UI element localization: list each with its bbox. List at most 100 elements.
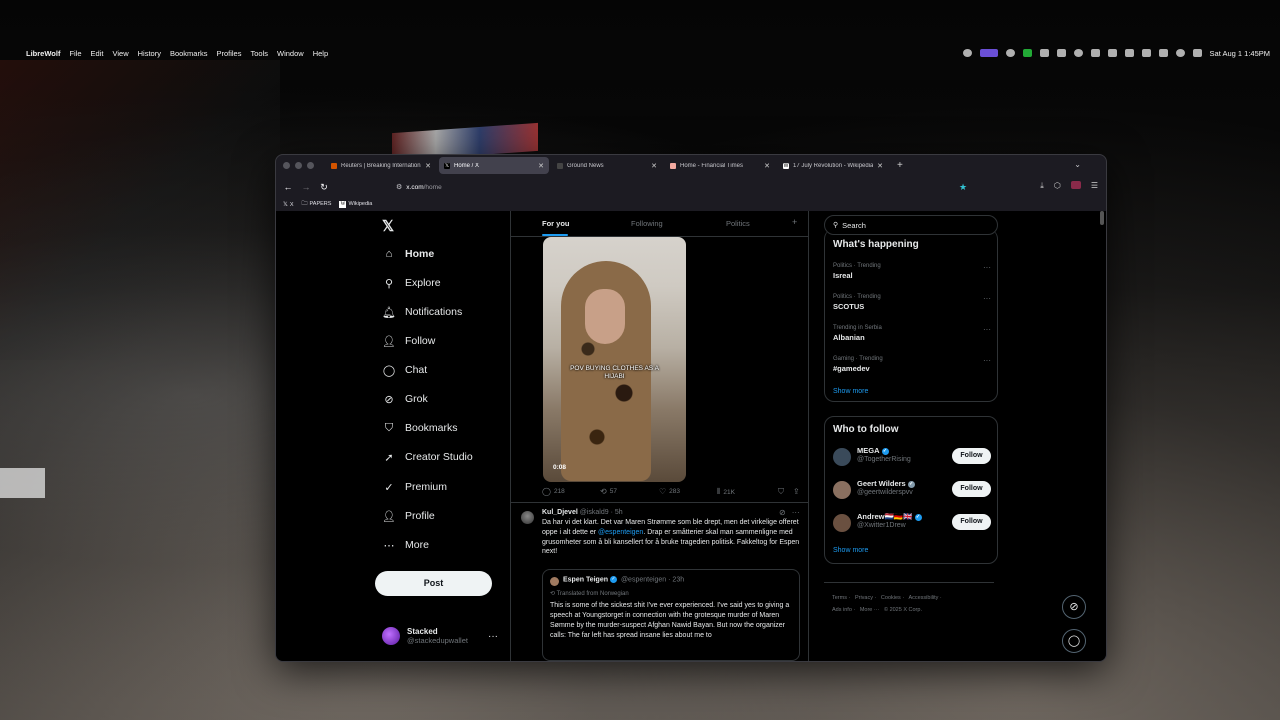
close-tab-icon[interactable]: ✕ xyxy=(425,162,431,170)
trend-item[interactable]: Politics · Trending Isreal ··· xyxy=(833,263,993,280)
tweet-author-name[interactable]: Kul_Djevel xyxy=(542,509,578,516)
show-more-trends-link[interactable]: Show more xyxy=(833,388,868,395)
nav-item-grok[interactable]: ⊘ Grok xyxy=(382,391,427,407)
close-tab-icon[interactable]: ✕ xyxy=(538,162,544,170)
menu-tools[interactable]: Tools xyxy=(250,49,268,58)
views-button[interactable]: ⫴ 21K xyxy=(717,487,735,497)
follow-button[interactable]: Follow xyxy=(952,481,991,497)
status-drive-icon[interactable] xyxy=(1039,49,1049,57)
trend-item[interactable]: Politics · Trending SCOTUS ··· xyxy=(833,294,993,311)
footer-link-terms[interactable]: Terms xyxy=(832,595,847,601)
bookmark-star-icon[interactable]: ★ xyxy=(959,182,967,193)
minimize-window-icon[interactable] xyxy=(295,162,302,169)
tab-following[interactable]: Following xyxy=(631,219,663,228)
bookmark-papers[interactable]: 🗀 PAPERS xyxy=(302,199,332,209)
post-button[interactable]: Post xyxy=(375,571,492,596)
menu-bookmarks[interactable]: Bookmarks xyxy=(170,49,208,58)
nav-item-home[interactable]: ⌂ Home xyxy=(382,246,435,262)
forward-arrow-icon[interactable]: → xyxy=(297,182,315,192)
nav-item-premium[interactable]: ✓ Premium xyxy=(382,479,447,495)
menu-file[interactable]: File xyxy=(69,49,81,58)
status-app-icon[interactable] xyxy=(962,49,972,57)
avatar[interactable] xyxy=(521,511,534,524)
follow-suggestion[interactable]: MEGA ✓ @TogetherRising Follow xyxy=(833,446,993,468)
tab-reuters[interactable]: Reuters | Breaking International ✕ xyxy=(326,157,436,174)
menu-help[interactable]: Help xyxy=(313,49,328,58)
status-sync-icon[interactable] xyxy=(1005,49,1015,57)
repost-button[interactable]: ⟲ 57 xyxy=(600,487,617,496)
reload-icon[interactable]: ↻ xyxy=(315,182,333,193)
footer-link-privacy[interactable]: Privacy xyxy=(855,595,873,601)
close-tab-icon[interactable]: ✕ xyxy=(877,162,883,170)
account-switcher[interactable]: Stacked @stackedupwallet xyxy=(382,627,468,645)
menu-history[interactable]: History xyxy=(138,49,161,58)
back-arrow-icon[interactable]: ← xyxy=(279,182,297,192)
tab-financial-times[interactable]: Home - Financial Times ✕ xyxy=(665,157,775,174)
follow-button[interactable]: Follow xyxy=(952,514,991,530)
extensions-icon[interactable]: ⬡ xyxy=(1054,181,1061,191)
close-tab-icon[interactable]: ✕ xyxy=(764,162,770,170)
more-icon[interactable]: ··· xyxy=(792,508,800,517)
close-tab-icon[interactable]: ✕ xyxy=(651,162,657,170)
trend-item[interactable]: Trending in Serbia Albanian ··· xyxy=(833,325,993,342)
grok-icon[interactable]: ⊘ xyxy=(779,508,786,517)
follow-suggestion[interactable]: Geert Wilders ✓ @geertwilderspvv Follow xyxy=(833,479,993,501)
footer-link-accessibility[interactable]: Accessibility xyxy=(908,595,938,601)
tweet-mention-link[interactable]: @espenteigen xyxy=(598,529,643,536)
bookmark-tweet-icon[interactable]: ⛉ xyxy=(778,487,784,497)
video-player[interactable]: POV BUYING CLOTHES AS A HIJABI 0:08 xyxy=(543,237,686,482)
tweet[interactable]: Kul_Djevel @iskald9 · 5h ⊘ ··· Da har vi… xyxy=(511,503,808,661)
messages-fab-icon[interactable]: ◯ xyxy=(1062,629,1086,653)
follow-suggestion[interactable]: Andrew🇳🇱🇩🇪🇬🇧 ✓ @Xwitter1Drew Follow xyxy=(833,512,993,534)
volume-icon[interactable] xyxy=(1124,49,1134,57)
footer-link-more[interactable]: More ··· xyxy=(860,607,880,613)
bluetooth-icon[interactable] xyxy=(1141,49,1151,57)
site-info-icon[interactable]: ⚙ xyxy=(396,183,402,191)
control-center-icon[interactable] xyxy=(1192,49,1202,57)
trend-item[interactable]: Gaming · Trending #gamedev ··· xyxy=(833,356,993,373)
bookmark-wikipedia[interactable]: W Wikipedia xyxy=(339,200,372,208)
status-stack-icon[interactable] xyxy=(1056,49,1066,57)
menu-window[interactable]: Window xyxy=(277,49,304,58)
reply-button[interactable]: ◯ 218 xyxy=(542,487,565,496)
downloads-icon[interactable]: ⤓ xyxy=(1040,181,1044,191)
status-grid-icon[interactable] xyxy=(1090,49,1100,57)
status-play-icon[interactable] xyxy=(1073,49,1083,57)
grok-fab-icon[interactable]: ⊘ xyxy=(1062,595,1086,619)
app-menu[interactable]: LibreWolf xyxy=(26,49,60,58)
tab-list-chevron-icon[interactable]: ⌄ xyxy=(1074,160,1081,169)
page-scrollbar[interactable] xyxy=(1100,211,1104,225)
zoom-window-icon[interactable] xyxy=(307,162,314,169)
menu-view[interactable]: View xyxy=(112,49,128,58)
quoted-tweet[interactable]: Espen Teigen ✓ @espenteigen · 23h ⟲ Trans… xyxy=(542,569,800,661)
close-window-icon[interactable] xyxy=(283,162,290,169)
add-timeline-icon[interactable]: + xyxy=(792,217,797,227)
nav-item-notifications[interactable]: 🔔︎ Notifications xyxy=(382,304,462,320)
x-logo-icon[interactable]: 𝕏 xyxy=(382,217,394,235)
show-more-follow-link[interactable]: Show more xyxy=(833,547,868,554)
tab-wikipedia[interactable]: W 17 July Revolution - Wikipedia ✕ xyxy=(778,157,888,174)
status-display-icon[interactable] xyxy=(1107,49,1117,57)
footer-link-cookies[interactable]: Cookies xyxy=(881,595,901,601)
search-input[interactable]: ⚲ Search xyxy=(824,215,998,235)
like-button[interactable]: ♡ 283 xyxy=(659,487,680,496)
nav-item-bookmarks[interactable]: ⛉ Bookmarks xyxy=(382,420,458,436)
more-icon[interactable]: ··· xyxy=(983,356,991,365)
nav-item-more[interactable]: ⋯ More xyxy=(382,537,429,553)
status-screen-recorder-icon[interactable] xyxy=(979,49,998,57)
tab-home-x[interactable]: 𝕏 Home / X ✕ xyxy=(439,157,549,174)
tab-politics[interactable]: Politics xyxy=(726,219,750,228)
menu-edit[interactable]: Edit xyxy=(91,49,104,58)
hamburger-menu-icon[interactable]: ☰ xyxy=(1091,181,1098,191)
status-lock-icon[interactable] xyxy=(1022,49,1032,57)
nav-item-follow[interactable]: 👤︎ Follow xyxy=(382,333,435,349)
more-icon[interactable]: ··· xyxy=(983,325,991,334)
address-bar[interactable]: ⚙ x.com/home xyxy=(388,180,978,194)
nav-item-profile[interactable]: 👤︎ Profile xyxy=(382,508,435,524)
nav-item-chat[interactable]: ◯ Chat xyxy=(382,362,427,378)
footer-link-ads-info[interactable]: Ads info xyxy=(832,607,852,613)
more-icon[interactable]: ··· xyxy=(983,263,991,272)
menubar-clock[interactable]: Sat Aug 1 1:45PM xyxy=(1210,49,1270,58)
tweet-author-handle[interactable]: @iskald9 · 5h xyxy=(580,509,623,516)
share-icon[interactable]: ⇪ xyxy=(793,487,800,496)
